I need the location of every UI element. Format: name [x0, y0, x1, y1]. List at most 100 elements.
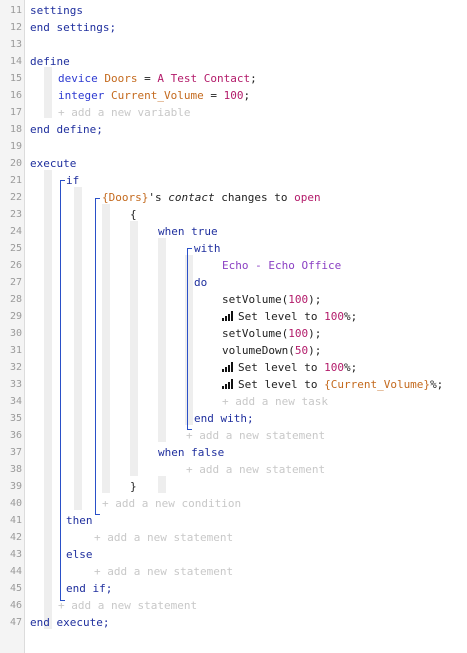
execute-close[interactable]: end execute; — [30, 614, 109, 631]
line-number: 19 — [9, 141, 22, 152]
indent-guide — [44, 67, 52, 118]
code-editor[interactable]: 11 12 13 14 15 16 17 18 19 20 21 22 23 2… — [0, 0, 467, 653]
condition[interactable]: {Doors}'s contact changes to open — [102, 189, 321, 206]
task-set-level[interactable]: Set level to 100%; — [222, 359, 357, 376]
task-setvolume[interactable]: setVolume(100); — [222, 325, 321, 342]
device-value: A Test Contact — [157, 72, 251, 85]
task-setvolume[interactable]: setVolume(100); — [222, 291, 321, 308]
indent-guide — [74, 187, 82, 510]
then-block[interactable]: then — [66, 512, 93, 529]
line-number: 38 — [9, 464, 22, 475]
add-variable-link[interactable]: + add a new variable — [58, 104, 190, 121]
line-number: 11 — [9, 5, 22, 16]
device-declaration[interactable]: device Doors = A Test Contact; — [58, 70, 257, 87]
device-name: Echo - Echo Office — [222, 259, 342, 272]
signal-bars-icon — [222, 311, 234, 321]
line-number: 21 — [9, 175, 22, 186]
keyword: settings — [30, 4, 83, 17]
indent-guide — [158, 238, 166, 442]
define-close[interactable]: end define; — [30, 121, 103, 138]
line-number: 25 — [9, 243, 22, 254]
signal-bars-icon — [222, 362, 234, 372]
keyword: end with; — [194, 412, 254, 425]
condition-line — [95, 198, 100, 199]
line-number: 47 — [9, 617, 22, 628]
settings-close[interactable]: end settings; — [30, 19, 116, 36]
line-number: 14 — [9, 56, 22, 67]
line-number: 35 — [9, 413, 22, 424]
task-set-level[interactable]: Set level to 100%; — [222, 308, 357, 325]
keyword: end execute; — [30, 616, 110, 629]
keyword: with — [194, 242, 221, 255]
operator: = — [203, 89, 224, 102]
when-true[interactable]: when true — [158, 223, 218, 240]
task-set-level[interactable]: Set level to {Current_Volume}%; — [222, 376, 443, 393]
variable-name: Current_Volume — [110, 89, 204, 102]
open-brace: { — [130, 208, 137, 221]
type-keyword: device — [58, 72, 98, 85]
with-block-line — [187, 248, 192, 249]
type-keyword: integer — [58, 89, 105, 102]
line-number: 13 — [9, 39, 22, 50]
with-statement[interactable]: with — [194, 240, 221, 257]
keyword: define — [30, 55, 70, 68]
number-value: 100 — [223, 89, 244, 102]
line-number: 40 — [9, 498, 22, 509]
with-device[interactable]: Echo - Echo Office — [222, 257, 341, 274]
define-open[interactable]: define — [30, 53, 70, 70]
keyword: then — [66, 514, 93, 527]
add-statement-link[interactable]: + add a new statement — [94, 563, 233, 580]
indent-guide — [130, 221, 138, 476]
add-statement-link[interactable]: + add a new statement — [186, 427, 325, 444]
with-block-line — [187, 248, 188, 430]
line-number: 33 — [9, 379, 22, 390]
operator: = — [137, 72, 158, 85]
indent-guide — [44, 170, 52, 629]
line-number: 23 — [9, 209, 22, 220]
line-number: 17 — [9, 107, 22, 118]
attribute-name: contact — [168, 191, 215, 204]
signal-bars-icon — [222, 379, 234, 389]
integer-declaration[interactable]: integer Current_Volume = 100; — [58, 87, 250, 104]
line-number — [0, 631, 22, 648]
when-false[interactable]: when false — [158, 444, 224, 461]
line-number: 15 — [9, 73, 22, 84]
execute-open[interactable]: execute — [30, 155, 76, 172]
add-condition-link[interactable]: + add a new condition — [102, 495, 241, 512]
line-number: 42 — [9, 532, 22, 543]
keyword: else — [66, 548, 93, 561]
add-task-link[interactable]: + add a new task — [222, 393, 328, 410]
add-statement-link[interactable]: + add a new statement — [58, 597, 197, 614]
line-number: 41 — [9, 515, 22, 526]
task-volumedown[interactable]: volumeDown(50); — [222, 342, 321, 359]
if-block-line — [60, 180, 65, 181]
line-number: 20 — [9, 158, 22, 169]
add-statement-link[interactable]: + add a new statement — [186, 461, 325, 478]
line-number: 45 — [9, 583, 22, 594]
settings-open[interactable]: settings — [30, 2, 83, 19]
line-number: 24 — [9, 226, 22, 237]
keyword: end if; — [66, 582, 113, 595]
end-with[interactable]: end with; — [194, 410, 254, 427]
line-number: 29 — [9, 311, 22, 322]
line-number: 27 — [9, 277, 22, 288]
keyword: if — [66, 174, 80, 187]
line-number: 31 — [9, 345, 22, 356]
variable-name: Doors — [104, 72, 138, 85]
keyword: when false — [158, 446, 225, 459]
close-brace: } — [130, 480, 137, 493]
line-number: 36 — [9, 430, 22, 441]
if-statement[interactable]: if — [66, 172, 79, 189]
line-number: 22 — [9, 192, 22, 203]
line-number: 46 — [9, 600, 22, 611]
keyword: when true — [158, 225, 218, 238]
else-block[interactable]: else — [66, 546, 93, 563]
line-number: 34 — [9, 396, 22, 407]
end-if[interactable]: end if; — [66, 580, 112, 597]
add-statement-link[interactable]: + add a new statement — [94, 529, 233, 546]
condition-line — [95, 514, 100, 515]
line-number: 28 — [9, 294, 22, 305]
do-statement[interactable]: do — [194, 274, 207, 291]
line-number: 16 — [9, 90, 22, 101]
line-number: 43 — [9, 549, 22, 560]
